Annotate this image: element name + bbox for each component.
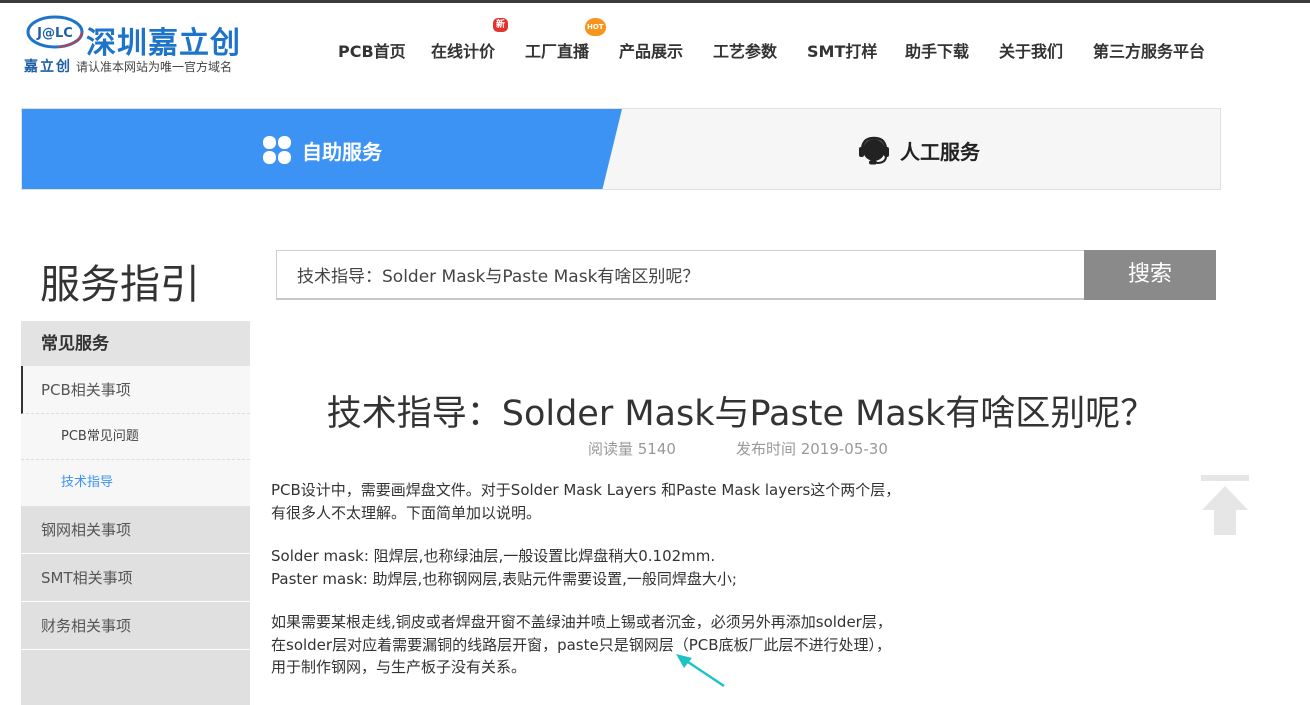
sidebar-item-smt-matters[interactable]: SMT相关事项 [21, 554, 250, 602]
nav-products[interactable]: 产品展示 [619, 38, 683, 62]
article-paragraph-line: Paster mask: 助焊层,也称钢网层,表贴元件需要设置,一般同焊盘大小; [271, 569, 737, 588]
search-button[interactable]: 搜索 [1084, 250, 1216, 300]
article-paragraph-line: 在solder层对应着需要漏铜的线路层开窗，paste只是钢网层（PCB底板厂此… [271, 635, 892, 654]
article-blank-line [271, 590, 951, 611]
jlc-logo-icon: J@LC [26, 15, 84, 49]
nav-online-quote[interactable]: 在线计价 新 [431, 18, 509, 62]
nav-online-quote-label: 在线计价 [431, 42, 496, 61]
nav-factory-live[interactable]: 工厂直播 HOT [525, 18, 606, 62]
article-blank-line [271, 524, 951, 545]
nav-process-params[interactable]: 工艺参数 [713, 38, 777, 62]
sidebar-item-finance-matters[interactable]: 财务相关事项 [21, 602, 250, 650]
svg-text:J@LC: J@LC [36, 26, 73, 41]
tab-self-service-label: 自助服务 [302, 139, 382, 164]
sidebar-item-stencil-matters[interactable]: 钢网相关事项 [21, 506, 250, 554]
article-paragraph-line: Solder mask: 阻焊层,也称绿油层,一般设置比焊盘稍大0.102mm. [271, 547, 716, 565]
hot-badge: HOT [585, 18, 606, 36]
sidebar-subitem-pcb-faq[interactable]: PCB常见问题 [21, 414, 250, 460]
annotation-arrow-icon [676, 654, 725, 688]
article-paragraph-line: 如果需要某根走线,铜皮或者焊盘开窗不盖绿油并喷上锡或者沉金，必须另外再添加sol… [271, 613, 892, 631]
article-paragraph-line: 用于制作钢网，与生产板子没有关系。 [271, 658, 527, 676]
logo-official-notice: 请认准本网站为唯一官方域名 [76, 60, 233, 74]
back-to-top-arrow-icon[interactable] [1200, 474, 1250, 536]
read-count: 阅读量 5140 [588, 440, 676, 458]
article-body: PCB设计中，需要画焊盘文件。对于Solder Mask Layers 和Pas… [271, 479, 951, 679]
nav-about-us[interactable]: 关于我们 [999, 38, 1063, 62]
sidebar-subitem-tech-guide[interactable]: 技术指导 [21, 460, 250, 506]
article-title: 技术指导：Solder Mask与Paste Mask有啥区别呢？ [326, 394, 1156, 434]
service-type-bar: 自助服务 人工服务 [21, 108, 1221, 190]
logo-brand-mark: 嘉立创 [24, 59, 72, 75]
sidebar: 常见服务 PCB相关事项 PCB常见问题 技术指导 钢网相关事项 SMT相关事项… [21, 321, 250, 705]
nav-factory-live-label: 工厂直播 [525, 42, 590, 61]
nav-third-party-platform[interactable]: 第三方服务平台 [1093, 38, 1205, 62]
tab-self-service[interactable]: 自助服务 [262, 135, 382, 165]
sidebar-section-common-services: 常见服务 [21, 321, 250, 366]
headset-support-icon [859, 136, 889, 165]
new-badge: 新 [493, 18, 509, 32]
sidebar-item-pcb-matters[interactable]: PCB相关事项 [21, 366, 250, 414]
nav-smt-sample[interactable]: SMT打样 [807, 38, 877, 62]
logo-subtitle: 嘉立创 请认准本网站为唯一官方域名 [24, 56, 232, 76]
top-border [0, 0, 1310, 3]
article-paragraph-line: 有很多人不太理解。下面简单加以说明。 [271, 503, 542, 522]
search-input[interactable] [276, 250, 1086, 300]
tab-human-service[interactable]: 人工服务 [858, 135, 980, 165]
site-logo[interactable]: J@LC 深圳嘉立创 嘉立创 请认准本网站为唯一官方域名 [24, 12, 264, 76]
nav-assistant-download[interactable]: 助手下载 [905, 38, 969, 62]
four-petal-grid-icon [263, 136, 291, 164]
tab-human-service-label: 人工服务 [900, 139, 980, 164]
service-guide-title: 服务指引 [40, 262, 200, 308]
article-meta: 阅读量 5140 发布时间 2019-05-30 [588, 438, 888, 459]
publish-date: 发布时间 2019-05-30 [735, 440, 888, 458]
article-paragraph-line: PCB设计中，需要画焊盘文件。对于Solder Mask Layers 和Pas… [271, 481, 901, 499]
nav-pcb-home[interactable]: PCB首页 [338, 38, 406, 62]
